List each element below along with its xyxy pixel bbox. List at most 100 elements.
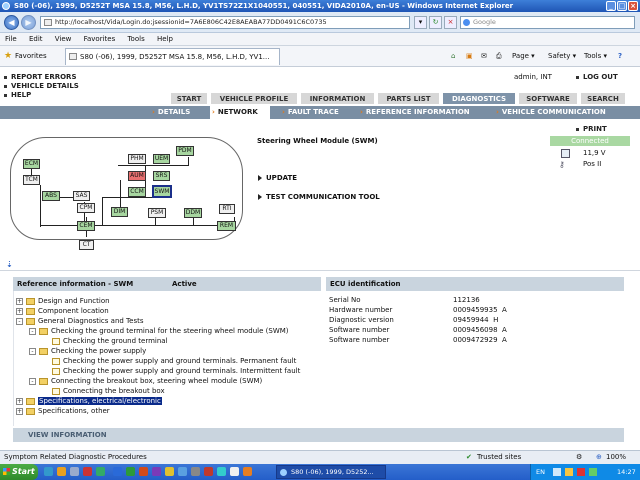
quicklaunch-firefox-icon[interactable] — [243, 467, 252, 476]
tree-item[interactable]: - Connecting the breakout box, steering w… — [29, 376, 262, 386]
quicklaunch-tool-icon[interactable] — [165, 467, 174, 476]
menu-file[interactable]: File — [5, 35, 17, 43]
zoom-level[interactable]: 100% — [606, 451, 626, 464]
tree-item[interactable]: + Component location — [16, 306, 109, 316]
close-icon[interactable]: × — [628, 1, 638, 11]
tray-update-icon[interactable] — [577, 468, 585, 476]
tree-item[interactable]: Checking the ground terminal — [42, 336, 168, 346]
help-link[interactable]: HELP — [4, 91, 31, 99]
stop-icon[interactable]: × — [444, 16, 457, 29]
quicklaunch-excel-icon[interactable] — [126, 467, 135, 476]
maximize-icon[interactable]: □ — [617, 1, 627, 11]
menu-edit[interactable]: Edit — [29, 35, 43, 43]
ecu-ccm[interactable]: CCM — [128, 187, 146, 197]
ecu-rem[interactable]: REM — [217, 221, 236, 231]
start-button[interactable]: Start — [0, 464, 38, 480]
tree-item[interactable]: Checking the power supply and ground ter… — [42, 366, 300, 376]
ecu-cpm[interactable]: CPM — [77, 203, 95, 213]
expand-icon[interactable]: + — [16, 407, 23, 415]
subtab-reference-information[interactable]: › REFERENCE INFORMATION — [360, 106, 490, 119]
favorites-button[interactable]: Favorites — [15, 50, 47, 63]
expand-icon[interactable]: + — [16, 307, 23, 315]
tray-volume-icon[interactable] — [589, 468, 597, 476]
home-icon[interactable]: ⌂ — [451, 50, 455, 63]
collapse-icon[interactable]: - — [29, 377, 36, 385]
ecu-dim[interactable]: DIM — [111, 207, 128, 217]
subtab-network[interactable]: › NETWORK — [210, 106, 270, 119]
ecu-srs[interactable]: SRS — [153, 171, 170, 181]
menu-favorites[interactable]: Favorites — [84, 35, 116, 43]
tree-item[interactable]: Connecting the breakout box — [42, 386, 165, 396]
tree-item[interactable]: - General Diagnostics and Tests — [16, 316, 143, 326]
collapse-icon[interactable]: - — [29, 347, 36, 355]
quicklaunch-media-icon[interactable] — [83, 467, 92, 476]
expand-icon[interactable]: + — [16, 297, 23, 305]
quicklaunch-app-icon[interactable] — [96, 467, 105, 476]
safety-menu[interactable]: Safety ▾ — [548, 50, 576, 63]
tree-item[interactable]: Checking the power supply and ground ter… — [42, 356, 296, 366]
menu-tools[interactable]: Tools — [127, 35, 144, 43]
subtab-details[interactable]: › DETAILS — [150, 106, 206, 119]
quicklaunch-misc-icon[interactable] — [191, 467, 200, 476]
quicklaunch-word-icon[interactable] — [113, 467, 122, 476]
tab-diagnostics[interactable]: DIAGNOSTICS — [442, 92, 516, 105]
tab-vehicle-profile[interactable]: VEHICLE PROFILE — [210, 92, 298, 105]
tree-item[interactable]: + Specifications, electrical/electronic — [16, 396, 162, 406]
quicklaunch-desktop-icon[interactable] — [70, 467, 79, 476]
subtab-fault-trace[interactable]: › FAULT TRACE — [282, 106, 350, 119]
update-action[interactable]: UPDATE — [258, 174, 297, 182]
quicklaunch-chat-icon[interactable] — [217, 467, 226, 476]
tree-item[interactable]: + Specifications, other — [16, 406, 110, 416]
tab-information[interactable]: INFORMATION — [300, 92, 375, 105]
ecu-ecm[interactable]: ECM — [23, 159, 40, 169]
ecu-psm[interactable]: PSM — [148, 208, 166, 218]
ecu-tcm[interactable]: TCM — [23, 175, 40, 185]
ecu-uem[interactable]: UEM — [153, 154, 170, 164]
tree-item[interactable]: - Checking the power supply — [29, 346, 146, 356]
tab-parts-list[interactable]: PARTS LIST — [377, 92, 440, 105]
menu-help[interactable]: Help — [157, 35, 173, 43]
tree-item[interactable]: + Design and Function — [16, 296, 110, 306]
tray-security-icon[interactable] — [565, 468, 573, 476]
vehicle-details-link[interactable]: VEHICLE DETAILS — [4, 82, 79, 90]
collapse-icon[interactable]: - — [16, 317, 23, 325]
forward-icon[interactable]: ▶ — [21, 15, 36, 30]
quicklaunch-outlook-icon[interactable] — [178, 467, 187, 476]
quicklaunch-onenote-icon[interactable] — [152, 467, 161, 476]
logout-link[interactable]: LOG OUT — [576, 73, 618, 81]
ecu-swm[interactable]: SWM — [152, 185, 172, 198]
expand-icon[interactable]: + — [16, 397, 23, 405]
report-errors-link[interactable]: REPORT ERRORS — [4, 73, 77, 81]
print-link[interactable]: PRINT — [576, 125, 607, 133]
quicklaunch-folder-icon[interactable] — [57, 467, 66, 476]
view-information-button[interactable]: VIEW INFORMATION — [13, 428, 624, 442]
mail-icon[interactable]: ✉ — [481, 50, 487, 63]
tray-network-icon[interactable] — [553, 468, 561, 476]
ecu-pdm[interactable]: PDM — [176, 146, 194, 156]
feeds-icon[interactable]: ▣ — [466, 50, 473, 63]
back-icon[interactable]: ◀ — [4, 15, 19, 30]
info-scroll-icon[interactable]: ⇣ — [6, 260, 13, 269]
subtab-vehicle-communication[interactable]: › VEHICLE COMMUNICATION — [496, 106, 636, 119]
tab-start[interactable]: START — [170, 92, 208, 105]
tree-item[interactable]: - Checking the ground terminal for the st… — [29, 326, 289, 336]
ecu-sas[interactable]: SAS — [73, 191, 90, 201]
tab-software[interactable]: SOFTWARE — [518, 92, 578, 105]
address-input[interactable]: http://localhost/Vida/Login.do;jsessioni… — [40, 16, 410, 29]
ecu-aum[interactable]: AUM — [128, 171, 146, 181]
tools-menu[interactable]: Tools ▾ — [584, 50, 607, 63]
test-communication-tool-action[interactable]: TEST COMMUNICATION TOOL — [258, 193, 380, 201]
quicklaunch-ie-icon[interactable] — [44, 467, 53, 476]
zoom-icon[interactable]: ⊕ — [596, 451, 602, 464]
favorites-star-icon[interactable]: ★ — [4, 51, 12, 61]
window-title-bar[interactable]: S80 (-06), 1999, D5252T MSA 15.8, M56, L… — [0, 0, 640, 12]
ecu-phm[interactable]: PHM — [128, 154, 146, 164]
page-menu[interactable]: Page ▾ — [512, 50, 535, 63]
taskbar-ie-window[interactable]: S80 (-06), 1999, D5252... — [276, 465, 386, 479]
print-toolbar-icon[interactable]: ⎙ — [496, 50, 502, 63]
dropdown-arrow-icon[interactable]: ▾ — [414, 16, 427, 29]
quicklaunch-pdf-icon[interactable] — [204, 467, 213, 476]
ecu-cem[interactable]: CEM — [77, 221, 95, 231]
tab-search[interactable]: SEARCH — [580, 92, 626, 105]
collapse-icon[interactable]: - — [29, 327, 36, 335]
